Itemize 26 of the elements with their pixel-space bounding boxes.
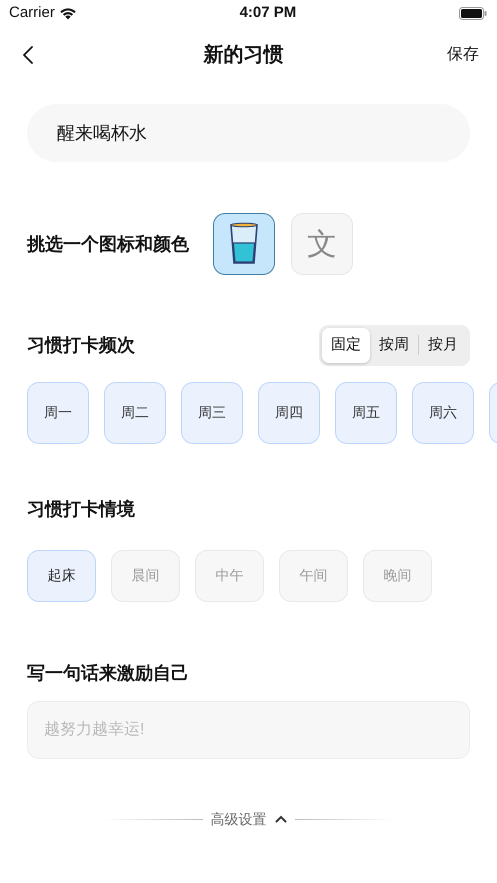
save-button[interactable]: 保存 [447,43,479,67]
weekday-chip[interactable]: 周二 [104,382,166,444]
weekday-chip[interactable]: 周五 [335,382,397,444]
weekday-chip[interactable]: 周四 [258,382,320,444]
segment-tab[interactable]: 按周 [370,328,418,362]
icon-option[interactable] [213,213,275,275]
weekday-chip[interactable]: 周一 [27,382,89,444]
section-heading: 写一句话来激励自己 [27,662,190,684]
motto-field[interactable]: 越努力越幸运! [27,700,470,758]
status-time: 4:07 PM [240,2,296,23]
segment-tab[interactable]: 按月 [419,328,467,362]
advanced-settings-toggle[interactable]: 高级设置 [210,808,286,830]
section-heading: 挑选一个图标和颜色 [27,232,189,256]
chevron-icon [274,815,286,823]
section-heading: 习惯打卡频次 [27,334,135,357]
context-chip[interactable]: 起床 [27,550,96,602]
page-title: 新的习惯 [204,42,284,68]
weekday-chip[interactable]: 周六 [412,382,474,444]
wifi-icon [58,6,77,20]
weekday-chip[interactable]: 周三 [181,382,243,444]
habit-name-field[interactable]: 醒来喝杯水 [27,104,470,162]
section-heading: 习惯打卡情境 [27,498,136,520]
battery-icon [458,6,487,20]
water-glass-icon [229,222,259,266]
segment-tab[interactable]: 固定 [322,328,370,362]
carrier-name: Carrier [9,2,55,23]
